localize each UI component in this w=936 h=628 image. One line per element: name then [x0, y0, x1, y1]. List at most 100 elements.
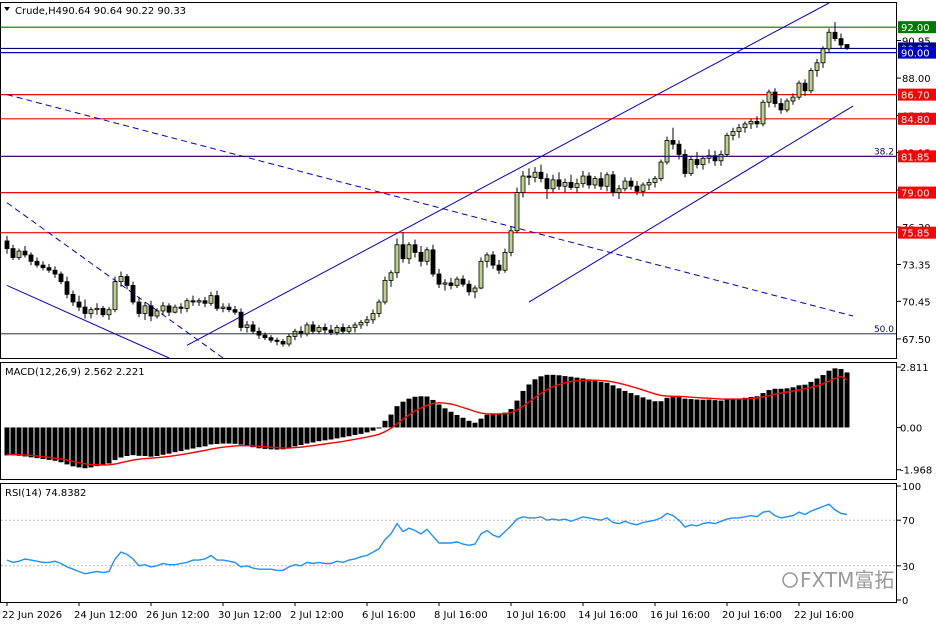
- candle-body-down: [5, 241, 9, 249]
- candle-body-up: [791, 97, 795, 101]
- candle-body-down: [779, 104, 783, 110]
- candle-body-up: [371, 313, 375, 319]
- macd-bar: [683, 399, 688, 428]
- ohlc-readout: 90.64 90.64 90.22 90.33: [62, 6, 186, 17]
- candle-body-down: [179, 307, 183, 308]
- candle-body-down: [599, 179, 603, 187]
- macd-bar: [557, 375, 562, 427]
- macd-bar: [335, 427, 340, 438]
- macd-bar: [755, 396, 760, 427]
- macd-bar: [749, 397, 754, 428]
- candle-body-up: [767, 92, 771, 102]
- macd-bar: [29, 427, 34, 457]
- macd-bar: [635, 395, 640, 427]
- macd-bar: [11, 427, 16, 455]
- candle-body-down: [275, 340, 279, 341]
- candle-body-down: [47, 268, 51, 271]
- candle: [761, 100, 765, 127]
- time-tick-label: 16 Jul 16:00: [650, 610, 710, 621]
- candle-body-down: [695, 160, 699, 165]
- candle-body-up: [821, 49, 825, 63]
- candle-body-up: [395, 245, 399, 273]
- macd-bar: [35, 427, 40, 458]
- candle-body-down: [281, 341, 285, 344]
- candle-body-up: [119, 277, 123, 282]
- macd-bar: [665, 398, 670, 428]
- candle-body-down: [449, 283, 453, 286]
- candle-body-up: [425, 250, 429, 261]
- macd-bar: [731, 399, 736, 427]
- candle-body-up: [809, 70, 813, 90]
- candle-body-up: [245, 325, 249, 328]
- candle-body-up: [89, 310, 93, 314]
- candle-body-up: [503, 252, 507, 270]
- candle-body-up: [335, 327, 339, 332]
- candle-body-down: [29, 255, 33, 261]
- price-tick-label: 88.00: [902, 74, 931, 85]
- macd-bar: [437, 404, 442, 427]
- macd-bar: [575, 378, 580, 428]
- macd-bar: [743, 398, 748, 428]
- macd-bar: [137, 427, 142, 455]
- macd-bar: [359, 427, 364, 433]
- macd-bar: [149, 427, 154, 456]
- candle-body-up: [359, 322, 363, 325]
- candle-body-up: [287, 336, 291, 344]
- candle-body-down: [71, 294, 75, 302]
- candle-body-down: [845, 44, 849, 48]
- candle-body-down: [131, 285, 135, 302]
- candle: [809, 68, 813, 93]
- macd-bar: [143, 427, 148, 456]
- candle-body-down: [611, 175, 615, 193]
- candle-body-up: [107, 310, 111, 315]
- macd-bar: [281, 427, 286, 449]
- macd-bar: [617, 388, 622, 427]
- time-tick-label: 2 Jul 12:00: [290, 610, 344, 621]
- candle-body-down: [413, 245, 417, 253]
- macd-bar: [317, 427, 322, 441]
- macd-bar: [677, 397, 682, 428]
- candle-body-up: [473, 288, 477, 292]
- macd-bar: [347, 427, 352, 436]
- macd-bar: [473, 423, 478, 428]
- candle-body-down: [65, 282, 69, 295]
- macd-bar: [449, 412, 454, 428]
- rsi-tick-label: 30: [902, 562, 915, 573]
- macd-bar: [209, 427, 214, 444]
- macd-bar: [761, 393, 766, 427]
- candle-body-down: [257, 331, 261, 335]
- macd-bar: [533, 379, 538, 427]
- candle-body-up: [659, 162, 663, 179]
- candle-body-down: [263, 335, 267, 338]
- macd-bar: [377, 427, 382, 428]
- macd-bar: [827, 371, 832, 428]
- macd-bar: [53, 427, 58, 460]
- macd-bar: [305, 427, 310, 443]
- candle-body-down: [437, 274, 441, 284]
- macd-bar: [515, 401, 520, 428]
- macd-bar: [17, 427, 22, 455]
- candle-body-down: [467, 284, 471, 292]
- macd-bar: [539, 376, 544, 427]
- macd-bar: [233, 427, 238, 443]
- macd-bar: [545, 375, 550, 428]
- macd-bar: [785, 388, 790, 427]
- candle-body-up: [827, 32, 831, 49]
- candle-body-down: [191, 301, 195, 302]
- macd-title: MACD(12,26,9) 2.562 2.221: [5, 367, 145, 378]
- macd-tick-label: -1.968: [900, 466, 932, 477]
- level-tag-label: 75.85: [901, 229, 930, 240]
- candle: [431, 245, 435, 277]
- macd-bar: [41, 427, 46, 459]
- candle-body-down: [569, 182, 573, 187]
- candle-body-down: [491, 255, 495, 265]
- candle-body-up: [365, 320, 369, 323]
- candle-body-down: [587, 176, 591, 185]
- macd-bar: [425, 397, 430, 428]
- level-tag-label: 90.00: [901, 49, 930, 60]
- macd-bar: [173, 427, 178, 452]
- candle-body-up: [737, 128, 741, 132]
- macd-bar: [611, 385, 616, 427]
- candle-body-up: [749, 121, 753, 124]
- macd-bar: [797, 385, 802, 427]
